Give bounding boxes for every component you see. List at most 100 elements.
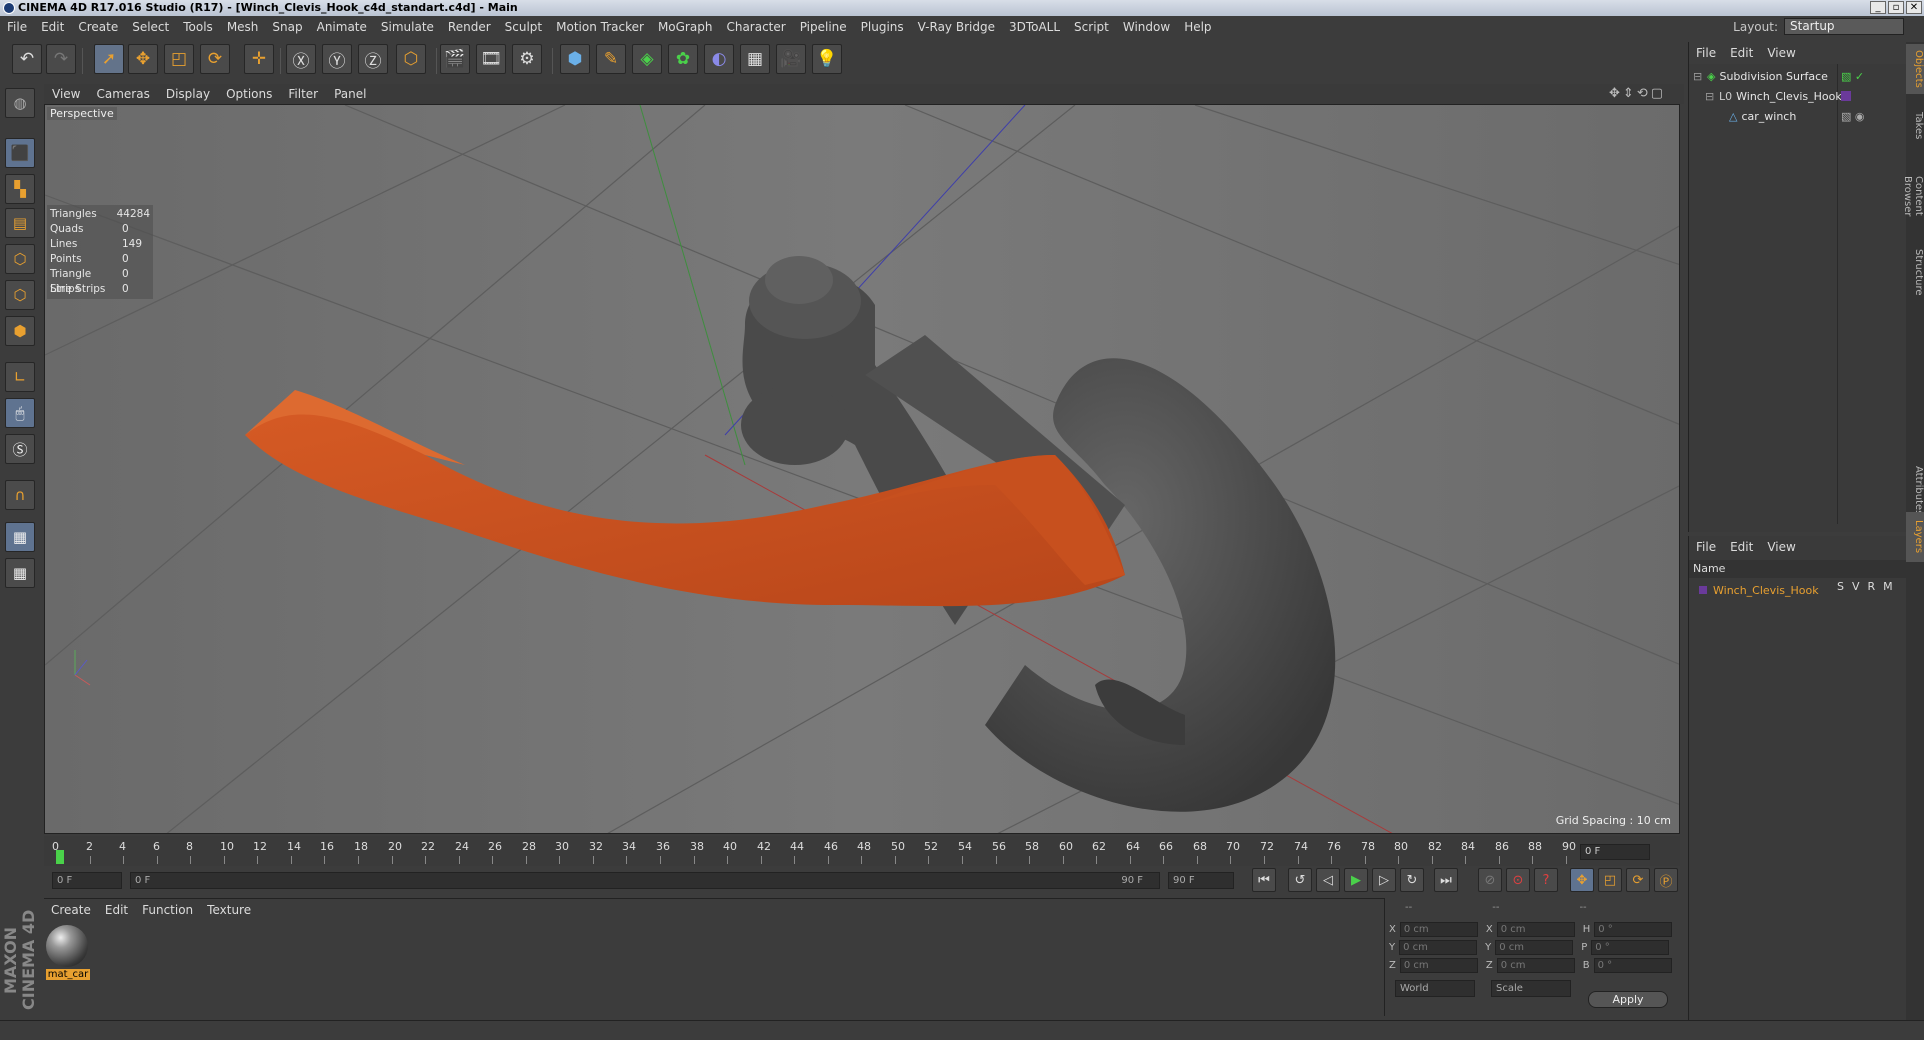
viewport-menu-display[interactable]: Display <box>158 87 218 101</box>
tab-layers[interactable]: Layers <box>1906 512 1924 562</box>
menu-animate[interactable]: Animate <box>310 16 374 38</box>
go-to-start-icon[interactable]: ⏮ <box>1252 868 1276 892</box>
menu-script[interactable]: Script <box>1067 16 1116 38</box>
texture-mode-icon[interactable]: ▚ <box>5 174 35 204</box>
minimize-button[interactable]: _ <box>1870 1 1886 14</box>
object-menu-view[interactable]: View <box>1760 46 1802 60</box>
viewport-nav-icons[interactable]: ✥⇕⟲▢ <box>1609 86 1666 101</box>
apply-button[interactable]: Apply <box>1588 991 1668 1008</box>
axis-mode-icon[interactable]: ∟ <box>5 362 35 392</box>
tweak-mode-icon[interactable]: 🖱 <box>5 398 35 428</box>
object-row-winch-clevis-hook[interactable]: ⊟ L0 Winch_Clevis_Hook <box>1689 86 1907 106</box>
cloner-icon[interactable]: ✿ <box>668 44 698 74</box>
object-row-subdivision-surface[interactable]: ⊟ ◈ Subdivision Surface ▧ ✓ <box>1689 66 1907 86</box>
magnet-icon[interactable]: ∩ <box>5 480 35 510</box>
go-to-end-icon[interactable]: ⏭ <box>1434 868 1458 892</box>
render-view-icon[interactable]: 🎬 <box>440 44 470 74</box>
enabled-check-icon[interactable]: ▧ ✓ <box>1841 70 1864 83</box>
object-menu-edit[interactable]: Edit <box>1723 46 1760 60</box>
tab-objects[interactable]: Objects <box>1906 44 1924 94</box>
live-selection-icon[interactable]: ➚ <box>94 44 124 74</box>
viewport-menu-panel[interactable]: Panel <box>326 87 374 101</box>
menu-file[interactable]: File <box>0 16 34 38</box>
coord-value-field[interactable]: 0 ° <box>1593 957 1672 973</box>
coordinate-system-icon[interactable]: ⬡ <box>396 44 426 74</box>
menu-v-ray-bridge[interactable]: V-Ray Bridge <box>911 16 1002 38</box>
play-icon[interactable]: ▶ <box>1344 868 1368 892</box>
viewport-menu-view[interactable]: View <box>44 87 88 101</box>
menu-simulate[interactable]: Simulate <box>374 16 441 38</box>
layer-menu-view[interactable]: View <box>1760 540 1802 554</box>
tab-takes[interactable]: Takes <box>1906 102 1924 150</box>
coord-value-field[interactable]: 0 ° <box>1594 921 1673 937</box>
material-swatch[interactable]: mat_car <box>46 925 90 980</box>
end-frame-field[interactable]: 90 F <box>1168 872 1234 889</box>
polygons-mode-icon[interactable]: ⬢ <box>5 316 35 346</box>
menu-select[interactable]: Select <box>125 16 176 38</box>
menu-pipeline[interactable]: Pipeline <box>793 16 854 38</box>
menu-tools[interactable]: Tools <box>176 16 220 38</box>
material-menu-function[interactable]: Function <box>135 903 200 917</box>
tab-structure[interactable]: Structure <box>1906 242 1924 302</box>
menu-snap[interactable]: Snap <box>265 16 309 38</box>
key-parameter-icon[interactable]: Ⓟ <box>1654 868 1678 892</box>
move-tool-icon[interactable]: ✥ <box>128 44 158 74</box>
menu-sculpt[interactable]: Sculpt <box>498 16 549 38</box>
snapping-icon[interactable]: Ⓢ <box>5 434 35 464</box>
render-settings-icon[interactable]: ⚙ <box>512 44 542 74</box>
menu-plugins[interactable]: Plugins <box>854 16 911 38</box>
material-menu-texture[interactable]: Texture <box>200 903 258 917</box>
next-key-icon[interactable]: ↻ <box>1400 868 1424 892</box>
viewport-perspective[interactable]: Perspective Triangles 44284 Quads 0 Lines 149… <box>44 104 1680 834</box>
close-button[interactable]: ✕ <box>1906 1 1922 14</box>
spline-pen-icon[interactable]: ✎ <box>596 44 626 74</box>
timeline[interactable]: 0 2 4 6 8 10 12 14 16 18 20 22 24 26 28 30 32 34 36 38 40 42 4… <box>44 836 1680 866</box>
camera-icon[interactable]: 🎥 <box>776 44 806 74</box>
redo-icon[interactable]: ↷ <box>46 44 76 74</box>
coord-value-field[interactable]: 0 cm <box>1496 957 1575 973</box>
frame-range-slider[interactable]: 0 F 90 F <box>130 872 1160 889</box>
menu-3dtoall[interactable]: 3DToALL <box>1002 16 1067 38</box>
menu-window[interactable]: Window <box>1116 16 1177 38</box>
deformer-icon[interactable]: ◐ <box>704 44 734 74</box>
viewport-menu-cameras[interactable]: Cameras <box>88 87 157 101</box>
scale-tool-icon[interactable]: ◰ <box>164 44 194 74</box>
menu-help[interactable]: Help <box>1177 16 1218 38</box>
menu-mograph[interactable]: MoGraph <box>651 16 720 38</box>
key-rotation-icon[interactable]: ⟳ <box>1626 868 1650 892</box>
viewport-menu-options[interactable]: Options <box>218 87 280 101</box>
playhead[interactable] <box>56 850 64 864</box>
lock-workplane-icon[interactable]: ▦ <box>5 522 35 552</box>
maximize-button[interactable]: ▫ <box>1888 1 1904 14</box>
tab-content-browser[interactable]: Content Browser <box>1902 152 1924 240</box>
menu-create[interactable]: Create <box>71 16 125 38</box>
coord-space-dropdown[interactable]: World <box>1395 980 1475 997</box>
transform-tool-icon[interactable]: ✛ <box>244 44 274 74</box>
layout-dropdown[interactable]: Startup <box>1784 18 1904 35</box>
x-axis-lock-icon[interactable]: Ⓧ <box>286 44 316 74</box>
points-mode-icon[interactable]: ⬡ <box>5 244 35 274</box>
key-scale-icon[interactable]: ◰ <box>1598 868 1622 892</box>
current-frame-field[interactable]: 0 F <box>1580 844 1650 860</box>
coord-value-field[interactable]: 0 cm <box>1399 939 1478 955</box>
z-axis-lock-icon[interactable]: Ⓩ <box>358 44 388 74</box>
record-active-icon[interactable]: ⊘ <box>1478 868 1502 892</box>
previous-frame-icon[interactable]: ◁ <box>1316 868 1340 892</box>
coord-value-field[interactable]: 0 ° <box>1591 939 1670 955</box>
light-icon[interactable]: 💡 <box>812 44 842 74</box>
make-editable-icon[interactable]: ◍ <box>5 88 35 118</box>
menu-render[interactable]: Render <box>441 16 498 38</box>
cube-primitive-icon[interactable]: ⬢ <box>560 44 590 74</box>
start-frame-field[interactable]: 0 F <box>52 872 122 889</box>
tab-attributes[interactable]: Attributes <box>1906 462 1924 515</box>
layer-menu-file[interactable]: File <box>1689 540 1723 554</box>
phong-tag-icon[interactable]: ▧ ◉ <box>1841 110 1865 123</box>
workplane-mode-icon[interactable]: ▤ <box>5 208 35 238</box>
menu-motion-tracker[interactable]: Motion Tracker <box>549 16 651 38</box>
planar-workplane-icon[interactable]: ▦ <box>5 558 35 588</box>
layer-menu-edit[interactable]: Edit <box>1723 540 1760 554</box>
coord-value-field[interactable]: 0 cm <box>1399 957 1478 973</box>
floor-icon[interactable]: ▦ <box>740 44 770 74</box>
next-frame-icon[interactable]: ▷ <box>1372 868 1396 892</box>
keyframe-selection-icon[interactable]: ? <box>1534 868 1558 892</box>
